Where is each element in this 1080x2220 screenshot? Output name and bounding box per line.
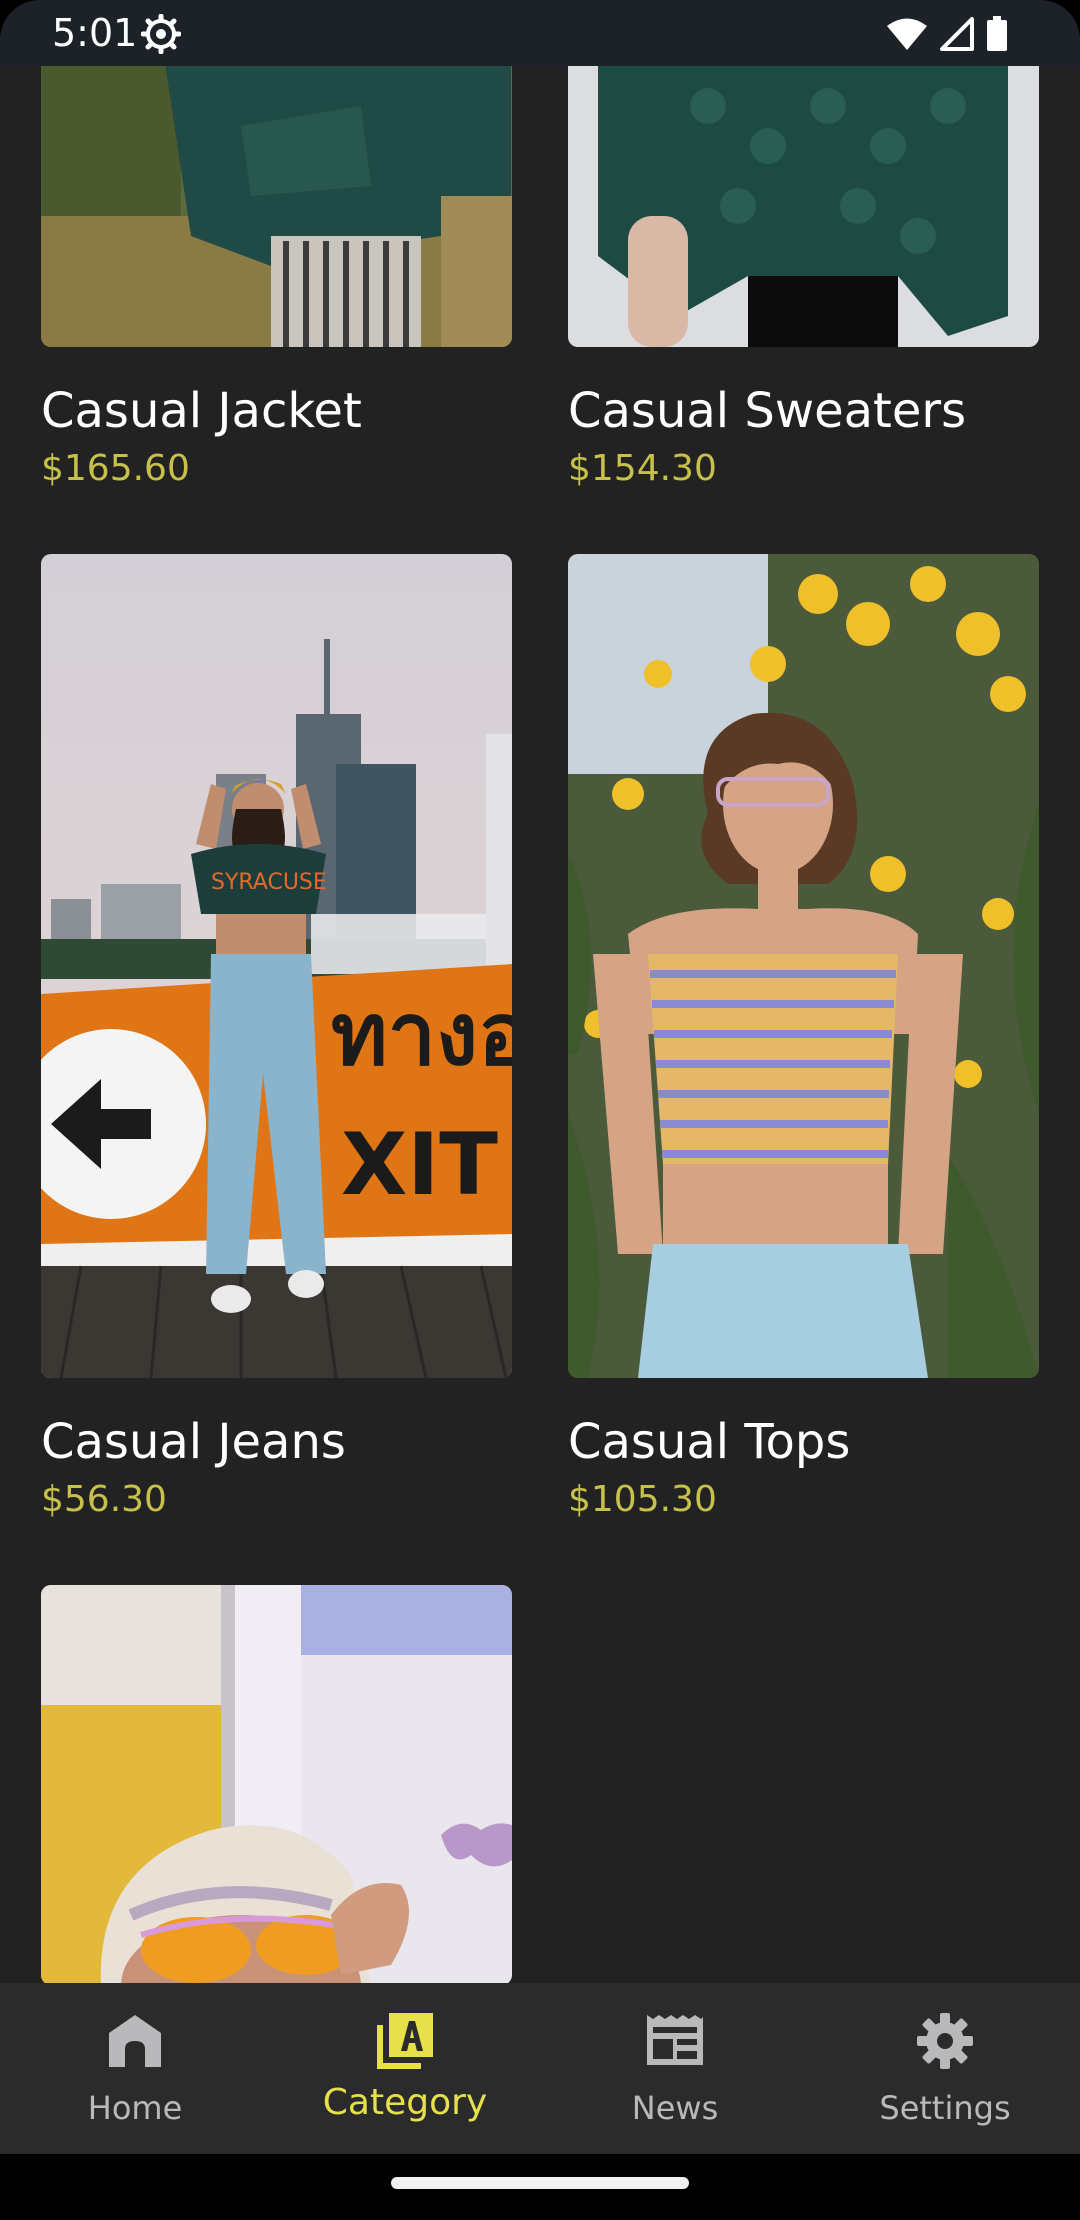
battery-icon (987, 16, 1007, 51)
product-title: Casual Sweaters (568, 383, 967, 439)
news-icon (647, 2015, 703, 2065)
wifi-icon (887, 18, 927, 50)
settings-icon (917, 2013, 973, 2069)
product-card[interactable]: Casual Jacket $165.60 (41, 66, 512, 491)
product-image[interactable] (568, 554, 1039, 1378)
nav-label: Category (322, 2082, 488, 2123)
product-image[interactable] (41, 66, 512, 347)
svg-text:XIT: XIT (341, 1115, 498, 1215)
nav-item-home[interactable]: Home (0, 1983, 270, 2154)
product-card[interactable]: Casual Tops $105.30 (568, 554, 1039, 1522)
product-title: Casual Jeans (41, 1414, 346, 1470)
home-gesture-handle[interactable] (391, 2177, 689, 2189)
product-grid[interactable]: Casual Jacket $165.60 Casual Sweaters $1… (0, 66, 1080, 1983)
product-price: $56.30 (41, 1479, 167, 1520)
settings-gear-icon (141, 14, 181, 54)
nav-label: News (631, 2089, 719, 2127)
nav-item-news[interactable]: News (540, 1983, 810, 2154)
category-icon (377, 2013, 433, 2069)
status-bar: 5:01 (0, 0, 1080, 66)
status-time: 5:01 (52, 11, 138, 55)
product-price: $165.60 (41, 448, 190, 489)
nav-item-settings[interactable]: Settings (810, 1983, 1080, 2154)
product-title: Casual Tops (568, 1414, 851, 1470)
nav-label: Home (87, 2089, 183, 2127)
bottom-navigation: Home Category News Settings (0, 1983, 1080, 2154)
svg-text:SYRACUSE: SYRACUSE (211, 870, 327, 895)
product-card[interactable]: ทางอ XIT SYRACUSE Casual Jeans $56.30 (41, 554, 512, 1522)
gesture-navigation-bar (0, 2154, 1080, 2220)
product-card[interactable] (41, 1585, 512, 1983)
product-image[interactable]: ทางอ XIT SYRACUSE (41, 554, 512, 1378)
product-price: $154.30 (568, 448, 717, 489)
product-image[interactable] (41, 1585, 512, 1983)
svg-text:ทางอ: ทางอ (331, 985, 512, 1085)
product-price: $105.30 (568, 1479, 717, 1520)
app-screen: 5:01 Casual Jacket $165.60 Casual Sweate… (0, 0, 1080, 2220)
cell-signal-icon (940, 17, 974, 51)
status-icons (886, 16, 1008, 52)
product-card[interactable]: Casual Sweaters $154.30 (568, 66, 1039, 491)
product-title: Casual Jacket (41, 383, 362, 439)
nav-item-category[interactable]: Category (270, 1983, 540, 2154)
nav-label: Settings (879, 2089, 1011, 2127)
product-image[interactable] (568, 66, 1039, 347)
home-icon (109, 2015, 161, 2067)
